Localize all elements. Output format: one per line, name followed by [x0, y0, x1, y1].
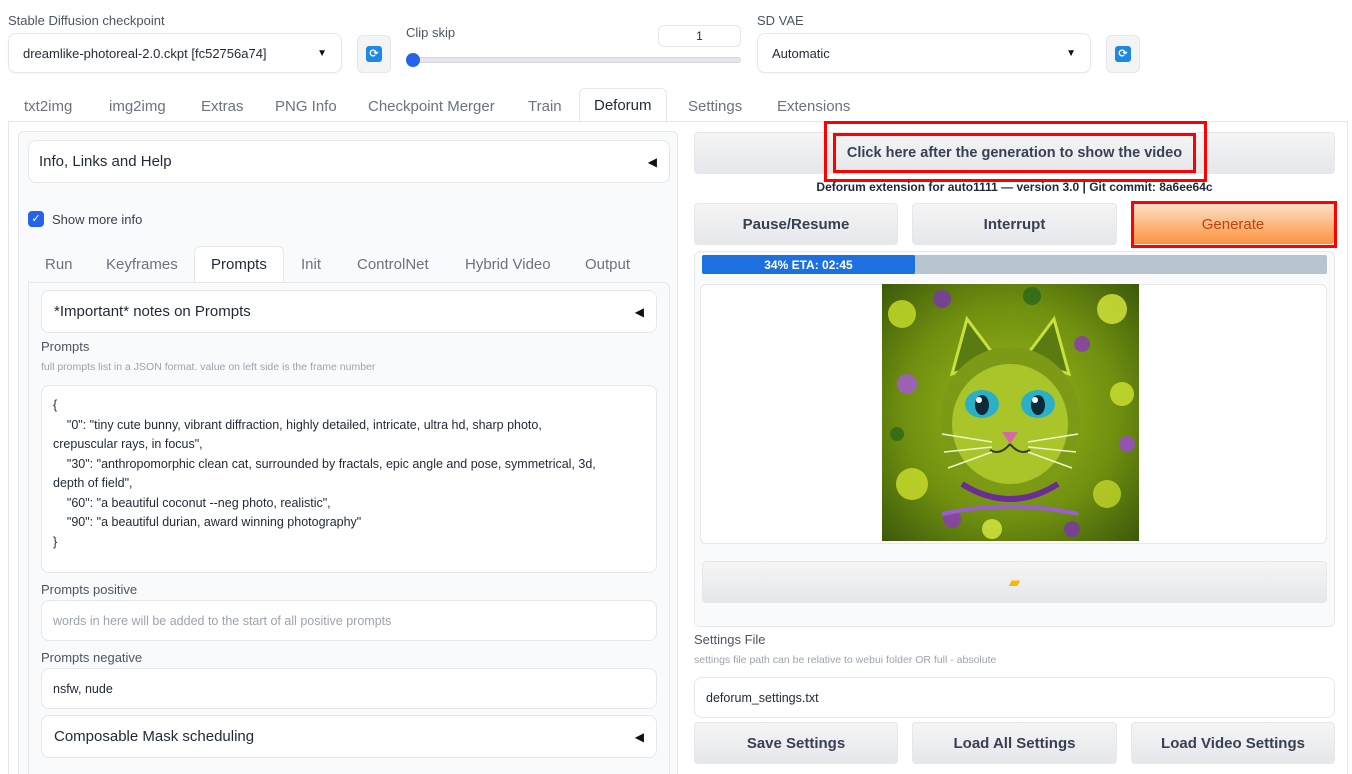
generated-cat-image[interactable]	[882, 284, 1139, 541]
notes-accordion-title: *Important* notes on Prompts	[54, 303, 251, 320]
pause-resume-button[interactable]: Pause/Resume	[694, 203, 898, 245]
prompts-positive-input[interactable]: words in here will be added to the start…	[41, 600, 657, 641]
checkmark-icon[interactable]: ✓	[28, 211, 44, 227]
subtab-init[interactable]: Init	[301, 256, 321, 273]
tab-settings[interactable]: Settings	[688, 98, 742, 115]
progress-text: 34% ETA: 02:45	[764, 257, 853, 272]
clip-skip-slider-track[interactable]	[408, 57, 741, 63]
clip-skip-label: Clip skip	[406, 25, 456, 40]
subtab-keyframes[interactable]: Keyframes	[106, 256, 178, 273]
show-more-info-label: Show more info	[52, 211, 143, 227]
tab-train[interactable]: Train	[528, 98, 562, 115]
deforum-subtab-bar: Run Keyframes Prompts Init ControlNet Hy…	[28, 246, 670, 283]
main-tab-bar: txt2img img2img Extras PNG Info Checkpoi…	[0, 88, 1352, 123]
collapse-triangle-icon: ◀	[634, 304, 644, 319]
composable-mask-accordion[interactable]: Composable Mask scheduling ◀	[41, 715, 657, 758]
settings-file-label: Settings File	[694, 632, 766, 647]
interrupt-button[interactable]: Interrupt	[912, 203, 1117, 245]
tab-checkpoint-merger[interactable]: Checkpoint Merger	[368, 98, 495, 115]
prompts-json-textarea[interactable]: { "0": "tiny cute bunny, vibrant diffrac…	[41, 385, 657, 573]
prompts-label: Prompts	[41, 339, 90, 354]
subtab-controlnet[interactable]: ControlNet	[357, 256, 429, 273]
checkpoint-dropdown[interactable]: dreamlike-photoreal-2.0.ckpt [fc52756a74…	[8, 33, 342, 73]
info-accordion[interactable]: Info, Links and Help ◀	[28, 140, 670, 183]
notes-accordion[interactable]: *Important* notes on Prompts ◀	[41, 290, 657, 333]
composable-mask-title: Composable Mask scheduling	[54, 728, 255, 745]
subtab-run[interactable]: Run	[45, 256, 73, 273]
vae-label: SD VAE	[757, 13, 804, 28]
chevron-down-icon: ▼	[1066, 47, 1076, 59]
version-text: Deforum extension for auto1111 — version…	[816, 180, 1213, 194]
vae-dropdown[interactable]: Automatic ▼	[757, 33, 1091, 73]
collapse-triangle-icon: ◀	[634, 729, 644, 744]
collapse-triangle-icon: ◀	[647, 154, 657, 169]
load-all-settings-button[interactable]: Load All Settings	[912, 722, 1117, 764]
prompts-negative-label: Prompts negative	[41, 650, 143, 665]
tab-txt2img[interactable]: txt2img	[24, 98, 72, 115]
subtab-hybrid-video[interactable]: Hybrid Video	[465, 256, 551, 273]
checkpoint-refresh-button[interactable]: ⟳	[357, 35, 391, 73]
vae-refresh-button[interactable]: ⟳	[1106, 35, 1140, 73]
progress-bar-fill: 34% ETA: 02:45	[702, 255, 915, 274]
chevron-down-icon: ▼	[317, 47, 327, 59]
prompts-positive-label: Prompts positive	[41, 582, 138, 597]
clip-skip-slider-thumb[interactable]	[406, 53, 420, 67]
settings-file-hint: settings file path can be relative to we…	[694, 654, 997, 666]
tab-deforum[interactable]: Deforum	[579, 88, 667, 123]
open-folder-button[interactable]: ▰	[702, 561, 1327, 603]
progress-bar: 34% ETA: 02:45	[702, 255, 1327, 274]
checkpoint-label: Stable Diffusion checkpoint	[8, 13, 165, 28]
tab-png-info[interactable]: PNG Info	[275, 98, 337, 115]
checkpoint-value: dreamlike-photoreal-2.0.ckpt [fc52756a74…	[23, 45, 267, 61]
tab-extras[interactable]: Extras	[201, 98, 244, 115]
load-video-settings-button[interactable]: Load Video Settings	[1131, 722, 1335, 764]
refresh-icon: ⟳	[366, 46, 382, 62]
highlight-box-inner	[833, 133, 1196, 173]
tab-img2img[interactable]: img2img	[109, 98, 166, 115]
settings-file-input[interactable]: deforum_settings.txt	[694, 677, 1335, 718]
show-more-info-checkbox[interactable]: ✓ Show more info	[28, 211, 142, 227]
folder-icon: ▰	[1008, 574, 1021, 591]
generate-highlight-box	[1131, 201, 1337, 248]
subtab-output[interactable]: Output	[585, 256, 630, 273]
info-accordion-title: Info, Links and Help	[39, 153, 172, 170]
subtab-prompts[interactable]: Prompts	[194, 246, 284, 283]
clip-skip-number-input[interactable]: 1	[658, 25, 741, 47]
save-settings-button[interactable]: Save Settings	[694, 722, 898, 764]
vae-value: Automatic	[772, 45, 830, 61]
prompts-negative-input[interactable]: nsfw, nude	[41, 668, 657, 709]
prompts-hint: full prompts list in a JSON format. valu…	[41, 361, 376, 373]
tab-extensions[interactable]: Extensions	[777, 98, 850, 115]
refresh-icon: ⟳	[1115, 46, 1131, 62]
